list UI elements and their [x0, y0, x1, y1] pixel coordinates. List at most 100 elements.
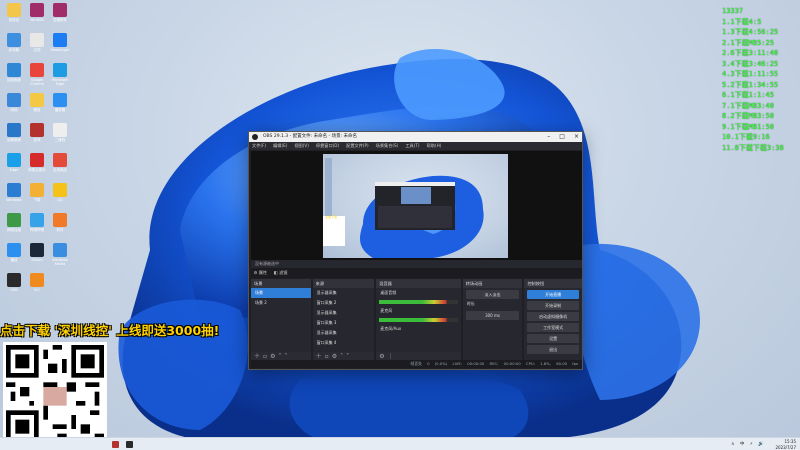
taskbar-obs-icon[interactable] — [126, 441, 133, 448]
menu-docks[interactable]: 停靠窗口(D) — [316, 142, 339, 150]
menu-profile[interactable]: 配置文件(P) — [346, 142, 369, 150]
desktop-icon[interactable]: VLC — [25, 273, 49, 292]
obs-menubar: 文件(F) 编辑(E) 视图(V) 停靠窗口(D) 配置文件(P) 场景集合(S… — [249, 142, 582, 150]
desktop-icon-label: Edge — [9, 168, 19, 172]
desktop-icon[interactable]: 播放 — [2, 243, 26, 262]
desktop-icon[interactable]: WinRAR — [25, 3, 49, 22]
desktop-icon[interactable]: Messenger — [48, 33, 72, 52]
desktop-icon-label: 压缩软件 — [53, 18, 67, 22]
desktop-icon[interactable]: 控制面板 — [2, 63, 26, 82]
overlay-line: 3.4下载3:46:25 — [722, 59, 779, 68]
desktop-icon[interactable]: Edge — [2, 153, 26, 172]
source-item[interactable]: 显示器采集 — [313, 308, 375, 318]
desktop-icon[interactable]: Google Chrome — [25, 63, 49, 86]
ad-banner[interactable]: 点击下载 '深圳线控' 上线即送3000抽! — [0, 321, 268, 341]
duration-input[interactable]: 300 ms — [465, 311, 520, 320]
desktop-icon[interactable]: 回收站 — [2, 3, 26, 22]
source-item[interactable]: 窗口采集 2 — [313, 298, 375, 308]
desktop-icon[interactable]: Microsoft Edge — [48, 63, 72, 86]
desktop-icon[interactable]: 哔哩哔哩 — [25, 213, 49, 232]
scene-item[interactable]: 场景 2 — [251, 298, 311, 308]
menu-view[interactable]: 视图(V) — [294, 142, 309, 150]
desktop-icon[interactable]: 下载 — [25, 183, 49, 202]
desktop-icon-label: 二维码 — [54, 138, 66, 142]
qr-code-image[interactable] — [3, 342, 107, 446]
mixer-channel-label: 麦克风/Aux — [380, 326, 402, 331]
menu-edit[interactable]: 编辑(E) — [273, 142, 287, 150]
desktop-icon[interactable]: Windows Media — [48, 243, 72, 266]
source-item[interactable]: 显示器采集 — [313, 328, 375, 338]
app-icon — [53, 33, 67, 47]
app-icon — [30, 183, 44, 197]
tab-filters-label: 滤镜 — [279, 270, 288, 275]
overlay-line: 6.1下载1:1:45 — [722, 91, 774, 99]
scenes-dock-title: 场景 — [251, 279, 311, 288]
desktop-icon[interactable]: 微信 — [25, 93, 49, 112]
desktop-icon-label: 播放器 — [54, 108, 66, 112]
studio-mode-button[interactable]: 工作室模式 — [527, 323, 579, 332]
obs-preview-canvas[interactable]: 点击下载 — [323, 154, 508, 258]
desktop-icon[interactable]: 远程桌面 — [2, 123, 26, 142]
taskbar-clock[interactable]: 15:35 2023/7/27 — [775, 439, 796, 450]
desktop-icon[interactable]: 文档 — [25, 33, 49, 52]
maximize-icon[interactable]: □ — [559, 132, 565, 142]
desktop-icon[interactable]: QQ — [48, 183, 72, 202]
desktop-icon[interactable]: Steam — [25, 243, 49, 262]
exit-button[interactable]: 退出 — [527, 345, 579, 354]
overlay-download-list: 13337 1.1下载4:5 1.3下载4:56:25 2.1下载MB5:25 … — [722, 6, 800, 153]
app-icon — [30, 213, 44, 227]
mixer-channel-label: 麦克风 — [380, 308, 393, 313]
desktop-icon[interactable]: 压缩软件 — [48, 3, 72, 22]
system-tray[interactable]: ∧ 中 ⚡ 🔊 — [731, 438, 766, 450]
sources-dock-title: 来源 — [312, 279, 375, 288]
desktop-icon[interactable]: 播放器 — [48, 93, 72, 112]
taskbar-app-icon[interactable] — [112, 441, 119, 448]
tab-properties[interactable]: ⚙ 属性 — [251, 270, 267, 275]
source-item[interactable]: 窗口采集 4 — [313, 338, 375, 348]
desktop-icon[interactable]: 二维码 — [48, 123, 72, 142]
app-icon — [7, 183, 21, 197]
tab-filters[interactable]: ◧ 滤镜 — [268, 270, 288, 275]
desktop-icon[interactable]: Windows — [2, 183, 26, 202]
settings-button[interactable]: 设置 — [527, 334, 579, 343]
source-item[interactable]: 窗口采集 3 — [313, 318, 375, 328]
desktop-icon[interactable]: 此电脑 — [2, 33, 26, 52]
desktop-icon[interactable]: 网络连接 — [2, 213, 26, 232]
minimize-icon[interactable]: – — [547, 132, 550, 142]
app-icon — [30, 93, 44, 107]
app-icon — [53, 153, 67, 167]
clock-date: 2023/7/27 — [775, 444, 796, 450]
desktop-icon[interactable]: 网络 — [2, 93, 26, 112]
desktop-icon-label: 网易云音乐 — [28, 168, 46, 172]
menu-tools[interactable]: 工具(T) — [405, 142, 419, 150]
start-streaming-button[interactable]: 开始直播 — [527, 290, 579, 299]
desktop-icon[interactable]: 网易云音乐 — [25, 153, 49, 172]
scene-item[interactable]: 场景 — [251, 288, 311, 298]
obs-titlebar[interactable]: OBS 29.1.3 - 配置文件: 未命名 - 场景: 未命名 – □ × — [249, 132, 582, 142]
obs-preview-area[interactable]: 点击下载 — [251, 151, 582, 260]
obs-window[interactable]: OBS 29.1.3 - 配置文件: 未命名 - 场景: 未命名 – □ × 文… — [248, 131, 583, 370]
start-recording-button[interactable]: 开始录制 — [527, 301, 579, 310]
app-icon — [7, 3, 21, 17]
app-icon — [7, 213, 21, 227]
desktop-icon-label: 下载 — [33, 198, 41, 202]
virtual-camera-button[interactable]: 启动虚拟摄像机 — [527, 312, 579, 321]
desktop-icon[interactable]: OBS — [2, 273, 26, 292]
desktop-icon[interactable]: 应用商店 — [48, 153, 72, 172]
app-icon — [53, 63, 67, 77]
menu-help[interactable]: 帮助(H) — [427, 142, 442, 150]
desktop-icon[interactable]: 游戏 — [25, 123, 49, 142]
desktop-icon[interactable]: 软件 — [48, 213, 72, 232]
app-icon — [7, 93, 21, 107]
menu-scene-collection[interactable]: 场景集合(S) — [376, 142, 399, 150]
desktop-icon-label: 文档 — [33, 48, 41, 52]
app-icon — [7, 153, 21, 167]
overlay-line: 1.3下载4:56:25 — [722, 28, 779, 36]
menu-file[interactable]: 文件(F) — [252, 142, 266, 150]
transition-select[interactable]: 淡入淡出 — [465, 290, 520, 299]
source-item[interactable]: 显示器采集 — [313, 288, 375, 298]
desktop-icon-label: Messenger — [50, 48, 70, 52]
close-icon[interactable]: × — [574, 132, 579, 142]
desktop-icon-label: 网络 — [10, 108, 18, 112]
desktop-icon-label: 应用商店 — [53, 168, 67, 172]
